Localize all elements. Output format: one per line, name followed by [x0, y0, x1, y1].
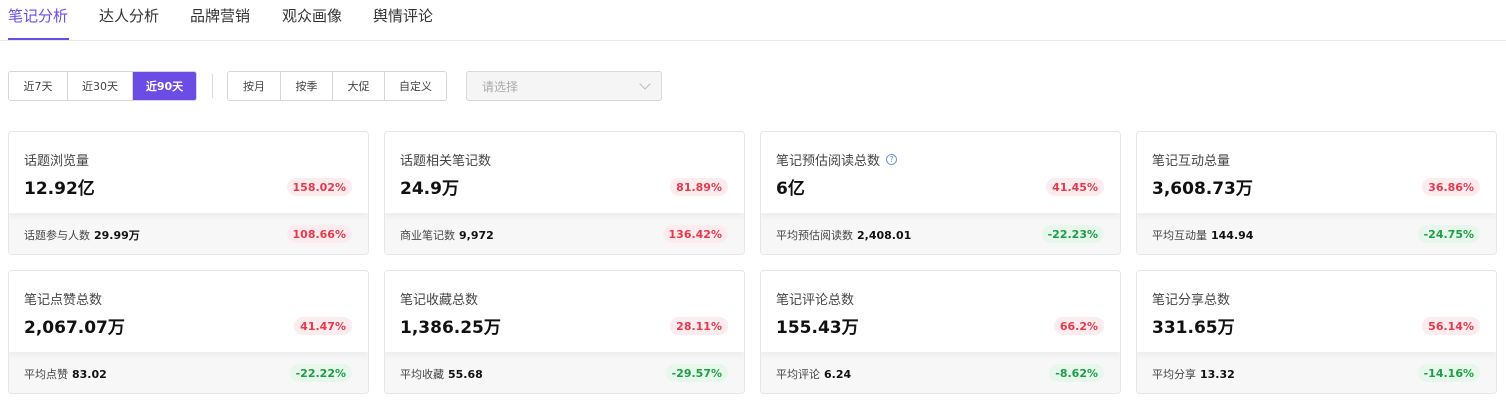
- card-value: 12.92亿: [24, 179, 95, 199]
- sub-label: 平均评论: [776, 368, 820, 381]
- period-select-placeholder: 请选择: [482, 79, 519, 94]
- sub-value: 2,408.01: [857, 229, 912, 242]
- sub-change-badge: -24.75%: [1417, 225, 1480, 243]
- change-badge: 41.45%: [1046, 178, 1104, 196]
- card-title: 笔记分享总数: [1152, 293, 1231, 308]
- tab-note-analysis[interactable]: 笔记分析: [8, 5, 68, 26]
- sub-change-badge: 108.66%: [286, 225, 352, 243]
- sub-label: 商业笔记数: [400, 229, 455, 242]
- sub-change-badge: -8.62%: [1049, 364, 1104, 382]
- tab-influencer-analysis[interactable]: 达人分析: [99, 5, 159, 26]
- card-value: 2,067.07万: [24, 318, 125, 338]
- card-title: 笔记点赞总数: [24, 293, 103, 308]
- sub-value: 83.02: [72, 368, 107, 381]
- help-icon[interactable]: ?: [886, 154, 898, 165]
- sub-label: 平均分享: [1152, 368, 1196, 381]
- by-month-button[interactable]: 按月: [228, 72, 281, 100]
- filter-divider: [212, 74, 213, 98]
- date-range-group: 近7天 近30天 近90天: [8, 71, 197, 101]
- card-value: 3,608.73万: [1152, 179, 1253, 199]
- sub-value: 55.68: [448, 368, 483, 381]
- tab-audience-profile[interactable]: 观众画像: [282, 5, 342, 26]
- change-badge: 158.02%: [286, 178, 352, 196]
- sub-label: 话题参与人数: [24, 229, 90, 242]
- sub-value: 9,972: [459, 229, 494, 242]
- card-value: 24.9万: [400, 179, 459, 199]
- sub-change-badge: -14.16%: [1417, 364, 1480, 382]
- metric-card-topic-views: 话题浏览量 12.92亿 158.02% 话题参与人数 29.99万 108.66…: [8, 131, 369, 255]
- sub-change-badge: -22.23%: [1041, 225, 1104, 243]
- card-value: 331.65万: [1152, 318, 1235, 338]
- sub-value: 13.32: [1200, 368, 1235, 381]
- change-badge: 36.86%: [1422, 178, 1480, 196]
- period-select[interactable]: 请选择: [466, 71, 662, 101]
- range-90-days-button[interactable]: 近90天: [133, 72, 196, 100]
- card-title: 笔记互动总量: [1152, 154, 1231, 169]
- sub-change-badge: 136.42%: [662, 225, 728, 243]
- sub-value: 144.94: [1211, 229, 1254, 242]
- sub-label: 平均收藏: [400, 368, 444, 381]
- sub-label: 平均互动量: [1152, 229, 1207, 242]
- metric-card-interactions: 笔记互动总量 3,608.73万 36.86% 平均互动量 144.94 -24.…: [1136, 131, 1497, 255]
- custom-button[interactable]: 自定义: [385, 72, 446, 100]
- chevron-down-icon: [639, 78, 651, 90]
- change-badge: 28.11%: [670, 317, 728, 335]
- sub-label: 平均点赞: [24, 368, 68, 381]
- card-title: 话题相关笔记数: [400, 154, 492, 169]
- period-group: 按月 按季 大促 自定义: [227, 71, 447, 101]
- metric-card-likes: 笔记点赞总数 2,067.07万 41.47% 平均点赞 83.02 -22.22…: [8, 270, 369, 394]
- tab-brand-marketing[interactable]: 品牌营销: [190, 5, 250, 26]
- sub-value: 6.24: [824, 368, 852, 381]
- card-title: 笔记收藏总数: [400, 293, 479, 308]
- range-30-days-button[interactable]: 近30天: [68, 72, 133, 100]
- card-value: 1,386.25万: [400, 318, 501, 338]
- sub-change-badge: -29.57%: [665, 364, 728, 382]
- change-badge: 41.47%: [294, 317, 352, 335]
- active-tab-indicator: [8, 38, 69, 40]
- metric-card-comments: 笔记评论总数 155.43万 66.2% 平均评论 6.24 -8.62%: [760, 270, 1121, 394]
- metric-card-shares: 笔记分享总数 331.65万 56.14% 平均分享 13.32 -14.16%: [1136, 270, 1497, 394]
- change-badge: 81.89%: [670, 178, 728, 196]
- card-value: 6亿: [776, 179, 805, 199]
- metric-card-topic-notes: 话题相关笔记数 24.9万 81.89% 商业笔记数 9,972 136.42%: [384, 131, 745, 255]
- change-badge: 56.14%: [1422, 317, 1480, 335]
- big-promotion-button[interactable]: 大促: [333, 72, 385, 100]
- range-7-days-button[interactable]: 近7天: [9, 72, 68, 100]
- metric-card-collections: 笔记收藏总数 1,386.25万 28.11% 平均收藏 55.68 -29.57…: [384, 270, 745, 394]
- card-title: 笔记预估阅读总数: [776, 154, 881, 169]
- sub-change-badge: -22.22%: [289, 364, 352, 382]
- sub-label: 平均预估阅读数: [776, 229, 853, 242]
- metric-card-estimated-reads: 笔记预估阅读总数? 6亿 41.45% 平均预估阅读数 2,408.01 -22.…: [760, 131, 1121, 255]
- sub-value: 29.99万: [94, 229, 140, 242]
- tab-public-opinion[interactable]: 舆情评论: [373, 5, 433, 26]
- by-quarter-button[interactable]: 按季: [281, 72, 333, 100]
- card-value: 155.43万: [776, 318, 859, 338]
- change-badge: 66.2%: [1053, 317, 1104, 335]
- card-title: 笔记评论总数: [776, 293, 855, 308]
- analysis-tabs: 笔记分析 达人分析 品牌营销 观众画像 舆情评论: [0, 0, 1506, 41]
- card-title: 话题浏览量: [24, 154, 90, 169]
